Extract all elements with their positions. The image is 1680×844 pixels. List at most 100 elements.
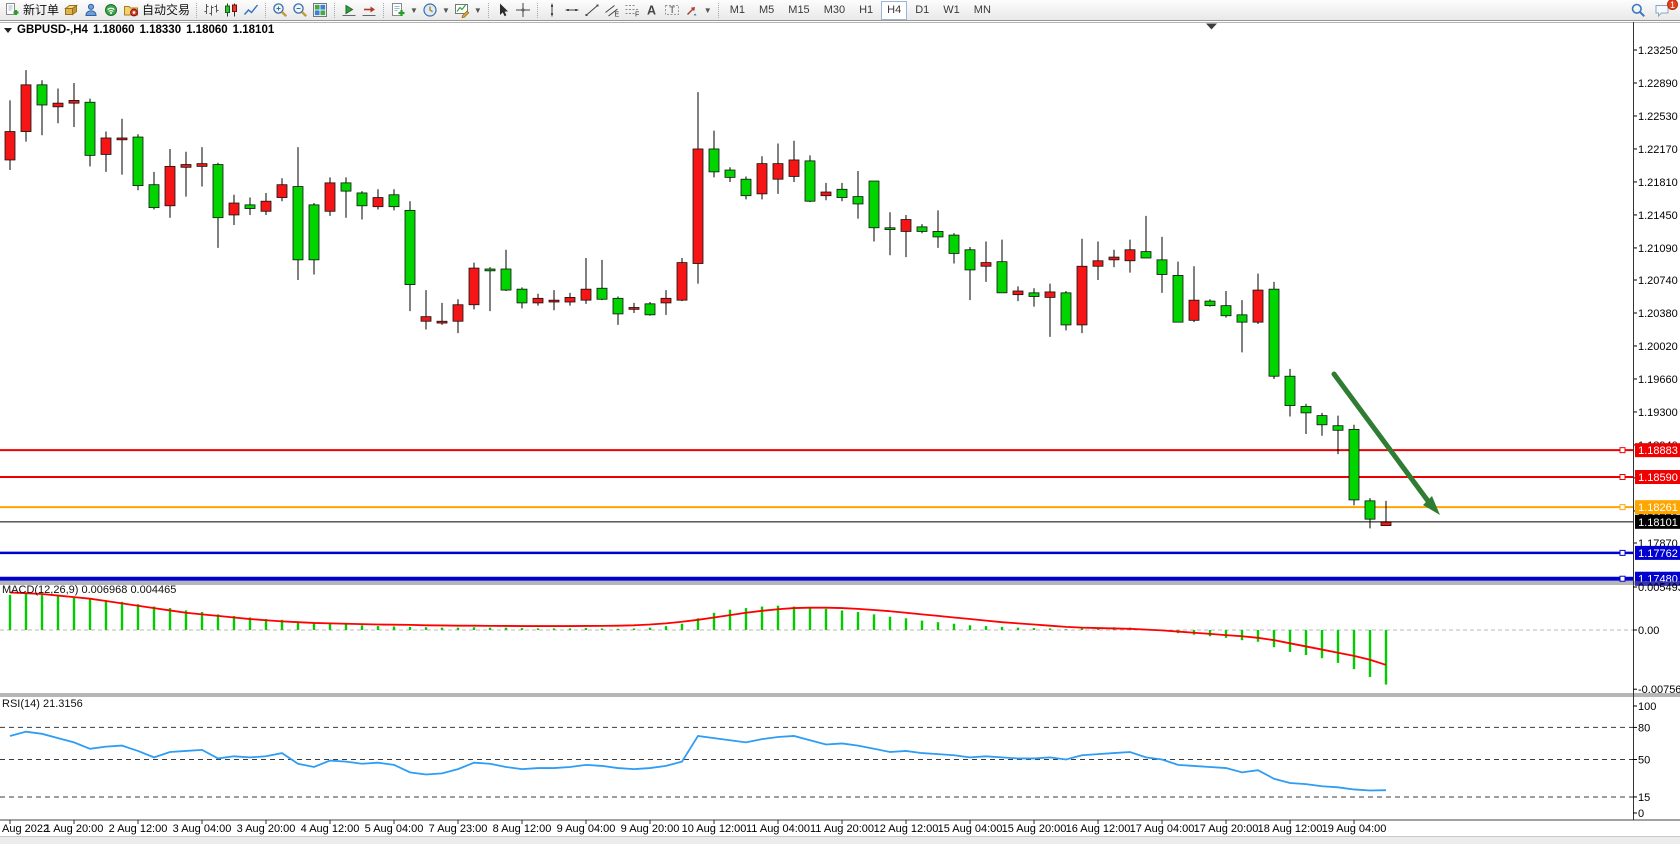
- candle-body: [85, 102, 95, 155]
- timeframe-d1[interactable]: D1: [909, 1, 935, 20]
- signal-icon: [103, 2, 119, 18]
- fibonacci-icon: F: [624, 2, 640, 18]
- line-chart-button[interactable]: [241, 1, 261, 20]
- hline-anchor[interactable]: [1620, 576, 1625, 581]
- timeframe-m1[interactable]: M1: [724, 1, 751, 20]
- candle-body: [1045, 292, 1055, 297]
- candle-body: [1253, 290, 1263, 322]
- time-axis-label: 15 Aug 20:00: [1002, 823, 1067, 835]
- zoom-in-button[interactable]: [270, 1, 290, 20]
- trendline-button[interactable]: [582, 1, 602, 20]
- chart-expand-icon[interactable]: [4, 28, 12, 33]
- price-tick-label: 1.20740: [1638, 275, 1678, 287]
- candle-body: [661, 298, 671, 303]
- timeframe-h4[interactable]: H4: [881, 1, 907, 20]
- candle-body: [325, 183, 335, 211]
- crosshair-button[interactable]: [513, 1, 533, 20]
- text-label-button[interactable]: T: [662, 1, 682, 20]
- profiles-button[interactable]: ▼: [420, 1, 452, 20]
- svg-text:T: T: [669, 5, 675, 16]
- autotrade-icon: [123, 2, 139, 18]
- candle-body: [581, 289, 591, 300]
- price-tick-label: 1.22530: [1638, 111, 1678, 123]
- candle-body: [1381, 522, 1391, 526]
- templates-button[interactable]: ▼: [452, 1, 484, 20]
- zoom-out-button[interactable]: [290, 1, 310, 20]
- market-watch-button[interactable]: [61, 1, 81, 20]
- candle-body: [565, 297, 575, 302]
- price-tick-label: 1.19660: [1638, 374, 1678, 386]
- cursor-button[interactable]: [493, 1, 513, 20]
- timeframe-m30[interactable]: M30: [818, 1, 851, 20]
- chart-shift-button[interactable]: [359, 1, 379, 20]
- dropdown-caret-icon[interactable]: ▼: [704, 6, 712, 15]
- macd-axis-label: 0.00: [1638, 625, 1659, 637]
- candle-body: [773, 164, 783, 180]
- tile-windows-button[interactable]: [310, 1, 330, 20]
- chart-title: GBPUSD-,H4 1.18060 1.18330 1.18060 1.181…: [4, 24, 274, 36]
- notifications-button[interactable]: 1: [1652, 1, 1672, 20]
- timeframe-h1[interactable]: H1: [853, 1, 879, 20]
- price-tick-label: 1.21450: [1638, 210, 1678, 222]
- new-order-icon: [4, 2, 20, 18]
- bar-chart-button[interactable]: [201, 1, 221, 20]
- ohlc-low: 1.18060: [186, 24, 228, 36]
- vline-icon: [544, 2, 560, 18]
- candle-body: [1301, 406, 1311, 412]
- candle-body: [789, 160, 799, 176]
- candle-body: [101, 138, 111, 154]
- equidistant-channel-button[interactable]: E: [602, 1, 622, 20]
- candle-body: [549, 300, 559, 302]
- time-axis-label: 5 Aug 04:00: [365, 823, 424, 835]
- crosshair-icon: [515, 2, 531, 18]
- chart-canvas[interactable]: 1.232501.228901.225301.221701.218101.214…: [0, 0, 1680, 844]
- candle-body: [725, 170, 735, 177]
- svg-text:F: F: [635, 12, 639, 19]
- new-order-button[interactable]: 新订单: [2, 1, 61, 20]
- hline-anchor[interactable]: [1620, 505, 1625, 510]
- expert-advisors-button[interactable]: [81, 1, 101, 20]
- candle-body: [133, 137, 143, 186]
- candle-body: [933, 231, 943, 236]
- text-button[interactable]: A: [642, 1, 662, 20]
- timeframe-w1[interactable]: W1: [937, 1, 966, 20]
- timeframe-mn[interactable]: MN: [968, 1, 997, 20]
- trendline-icon: [584, 2, 600, 18]
- dropdown-caret-icon[interactable]: ▼: [474, 6, 482, 15]
- fibonacci-button[interactable]: F: [622, 1, 642, 20]
- candle-chart-button[interactable]: [221, 1, 241, 20]
- signals-button[interactable]: [101, 1, 121, 20]
- price-tick-label: 1.20020: [1638, 341, 1678, 353]
- timeframe-m5[interactable]: M5: [753, 1, 780, 20]
- candle-body: [453, 305, 463, 321]
- candle-body: [181, 165, 191, 168]
- arrows-tool-button[interactable]: ▼: [682, 1, 714, 20]
- ohlc-high: 1.18330: [140, 24, 182, 36]
- price-tick-label: 1.23250: [1638, 45, 1678, 57]
- vertical-line-button[interactable]: [542, 1, 562, 20]
- horizontal-line-button[interactable]: [562, 1, 582, 20]
- timeframe-m15[interactable]: M15: [782, 1, 815, 20]
- rsi-axis-label: 15: [1638, 792, 1650, 804]
- price-tick-label: 1.20380: [1638, 308, 1678, 320]
- candle-body: [981, 263, 991, 267]
- candle-body: [213, 165, 223, 218]
- new-chart-button[interactable]: ▼: [388, 1, 420, 20]
- candle-body: [917, 227, 927, 232]
- auto-scroll-button[interactable]: [339, 1, 359, 20]
- text-icon: A: [644, 2, 660, 18]
- rsi-axis-label: 0: [1638, 808, 1644, 820]
- autotrading-button[interactable]: 自动交易: [121, 1, 192, 20]
- hline-anchor[interactable]: [1620, 475, 1625, 480]
- candle-body: [389, 195, 399, 207]
- time-axis-label: 3 Aug 20:00: [237, 823, 296, 835]
- candle-body: [853, 197, 863, 204]
- time-axis-label: 12 Aug 12:00: [874, 823, 939, 835]
- dropdown-caret-icon[interactable]: ▼: [442, 6, 450, 15]
- time-axis-label: 9 Aug 20:00: [621, 823, 680, 835]
- candle-body: [53, 103, 63, 107]
- hline-anchor[interactable]: [1620, 550, 1625, 555]
- dropdown-caret-icon[interactable]: ▼: [410, 6, 418, 15]
- hline-anchor[interactable]: [1620, 448, 1625, 453]
- search-button[interactable]: [1628, 1, 1648, 20]
